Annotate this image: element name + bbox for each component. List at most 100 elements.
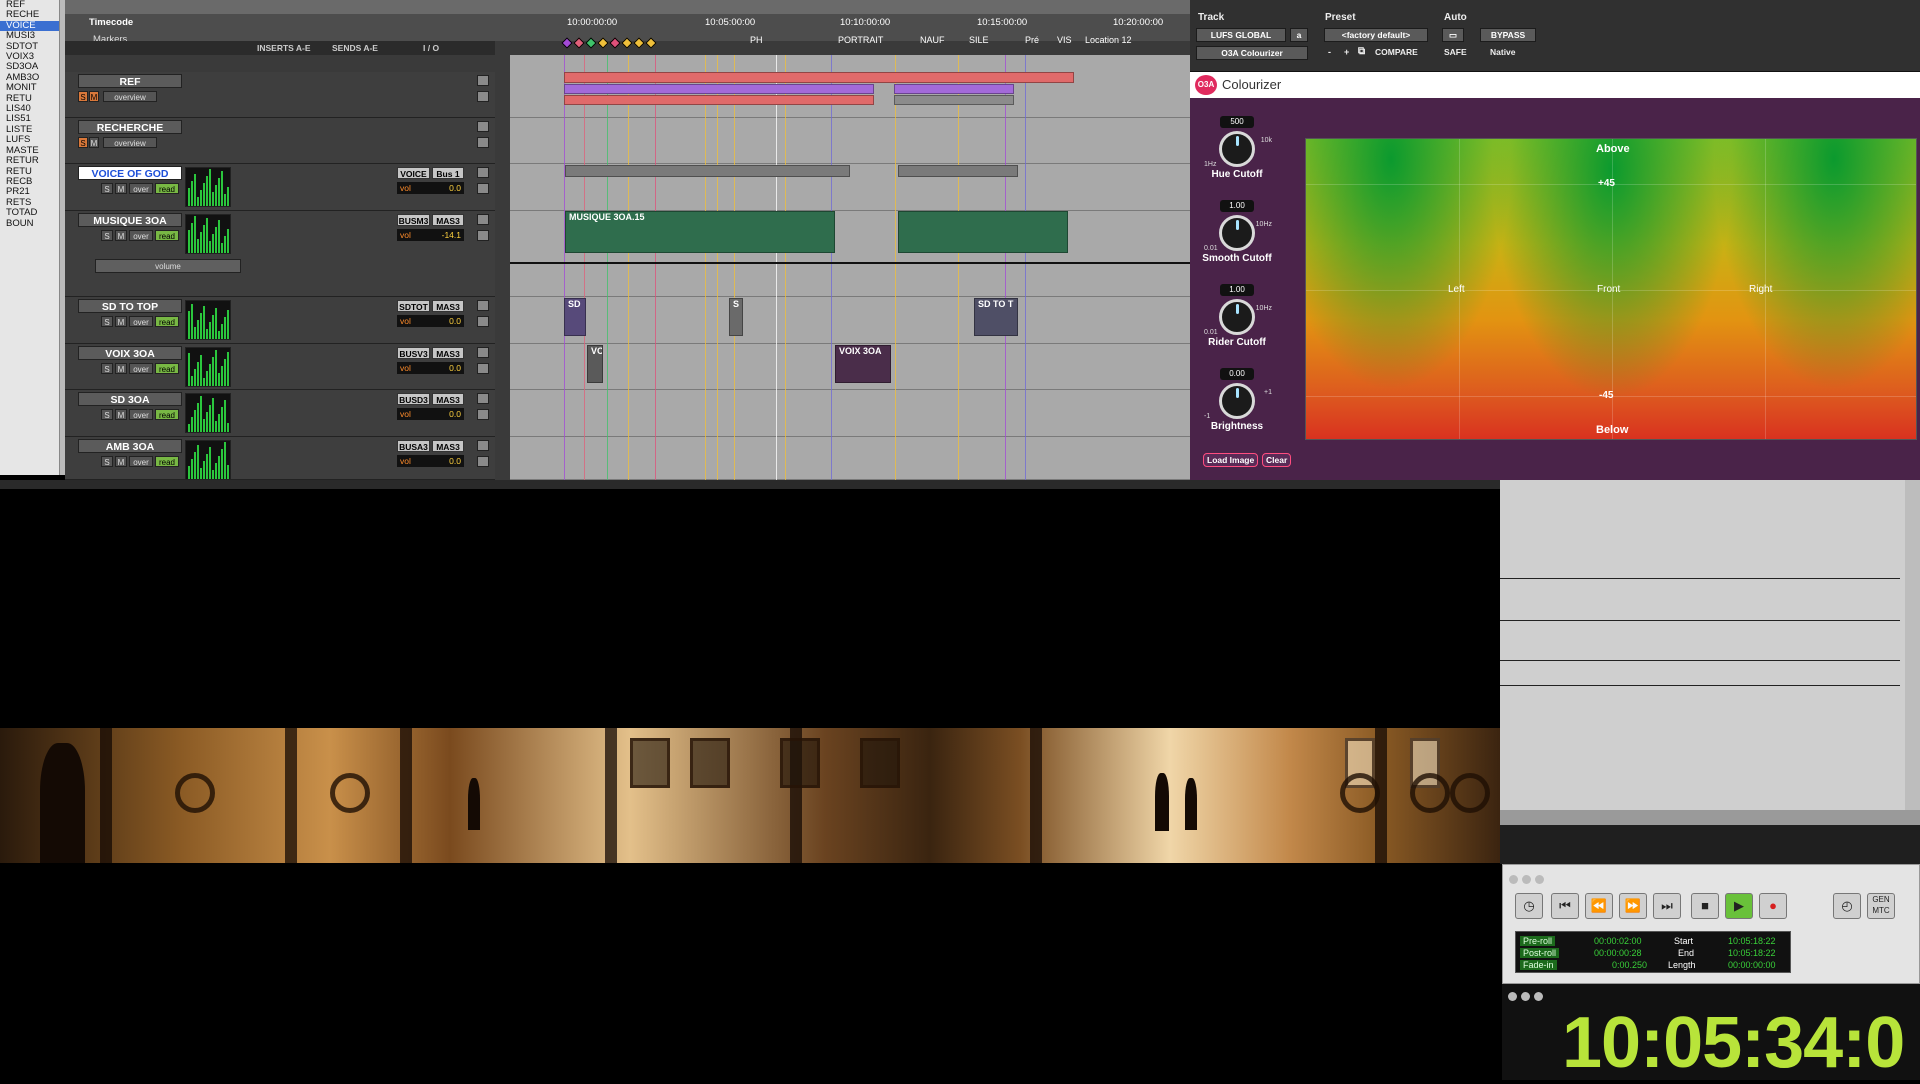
track-suffix[interactable]: a bbox=[1290, 28, 1308, 42]
input-selector[interactable]: BUSM3 bbox=[397, 214, 430, 226]
return-to-zero-icon[interactable]: ⏮ bbox=[1551, 893, 1579, 919]
mute-button[interactable]: M bbox=[115, 183, 127, 194]
online-icon[interactable]: ◷ bbox=[1515, 893, 1543, 919]
volume-readout[interactable]: vol 0.0 bbox=[397, 408, 464, 420]
output-selector[interactable]: MAS3 bbox=[432, 347, 464, 359]
mute-button[interactable]: M bbox=[89, 137, 99, 148]
track-list-icon[interactable] bbox=[477, 456, 489, 467]
track-header[interactable]: VOIX 3OA S Mover read BUSV3 MAS3 vol 0.0 bbox=[65, 344, 495, 390]
audio-clip[interactable] bbox=[564, 84, 874, 94]
view-mode[interactable]: over bbox=[129, 183, 153, 194]
output-selector[interactable]: Bus 1 bbox=[432, 167, 464, 179]
clear-button[interactable]: Clear bbox=[1262, 453, 1292, 467]
postroll-label[interactable]: Post-roll bbox=[1520, 948, 1560, 958]
input-selector[interactable]: BUSA3 bbox=[397, 440, 430, 452]
metronome-icon[interactable]: ◴ bbox=[1833, 893, 1861, 919]
marker-label[interactable]: SILE bbox=[969, 35, 989, 45]
automation-mode[interactable]: read bbox=[155, 409, 179, 420]
knob-brightness[interactable]: 0.00 -1 +1 Brightness bbox=[1202, 368, 1272, 432]
track-name[interactable]: VOICE OF GOD bbox=[78, 166, 182, 180]
track-list-item[interactable]: RETUR bbox=[0, 155, 59, 166]
mute-button[interactable]: M bbox=[115, 456, 127, 467]
solo-button[interactable]: S bbox=[101, 409, 113, 420]
mute-button[interactable]: M bbox=[89, 91, 99, 102]
track-name[interactable]: REF bbox=[78, 74, 182, 88]
track-name[interactable]: RECHERCHE bbox=[78, 120, 182, 134]
volume-automation-line[interactable] bbox=[510, 262, 1190, 264]
volume-readout[interactable]: vol 0.0 bbox=[397, 315, 464, 327]
audio-clip[interactable]: S bbox=[729, 298, 743, 336]
view-mode[interactable]: over bbox=[129, 456, 153, 467]
view-mode[interactable]: over bbox=[129, 230, 153, 241]
track-options-icon[interactable] bbox=[477, 214, 489, 225]
start-value[interactable]: 10:05:18:22 bbox=[1728, 936, 1776, 946]
volume-readout[interactable]: vol 0.0 bbox=[397, 455, 464, 467]
track-options-icon[interactable] bbox=[477, 121, 489, 132]
mute-button[interactable]: M bbox=[115, 316, 127, 327]
knob-dial-icon[interactable] bbox=[1219, 215, 1255, 251]
track-list-icon[interactable] bbox=[477, 183, 489, 194]
input-selector[interactable]: BUSV3 bbox=[397, 347, 430, 359]
marker-label[interactable]: PH bbox=[750, 35, 763, 45]
go-to-end-icon[interactable]: ⏭ bbox=[1653, 893, 1681, 919]
track-list-icon[interactable] bbox=[477, 137, 489, 148]
track-lane[interactable] bbox=[510, 390, 1190, 437]
track-header[interactable]: SD TO TOP S Mover read SDTOT MAS3 vol 0.0 bbox=[65, 297, 495, 344]
track-name[interactable]: SD 3OA bbox=[78, 392, 182, 406]
automation-mode[interactable]: read bbox=[155, 183, 179, 194]
solo-button[interactable]: S bbox=[101, 316, 113, 327]
knob-rider-cutoff[interactable]: 1.00 0.01 10Hz Rider Cutoff bbox=[1202, 284, 1272, 348]
audio-clip[interactable]: SD bbox=[564, 298, 586, 336]
pane-scrollbar[interactable] bbox=[1905, 480, 1920, 810]
track-list-icon[interactable] bbox=[477, 316, 489, 327]
audio-clip[interactable] bbox=[894, 95, 1014, 105]
view-mode[interactable]: over bbox=[129, 316, 153, 327]
prev-setting-button[interactable]: - bbox=[1328, 47, 1331, 57]
colour-field[interactable]: Above +45 Left Front Right -45 Below bbox=[1305, 138, 1917, 440]
copy-icon[interactable]: ⧉ bbox=[1358, 46, 1365, 57]
mute-button[interactable]: M bbox=[115, 409, 127, 420]
input-selector[interactable]: VOICE bbox=[397, 167, 430, 179]
automation-mode[interactable]: read bbox=[155, 456, 179, 467]
audio-clip[interactable] bbox=[898, 211, 1068, 253]
preroll-label[interactable]: Pre-roll bbox=[1520, 936, 1556, 946]
track-list-icon[interactable] bbox=[477, 363, 489, 374]
audio-clip[interactable] bbox=[898, 165, 1018, 177]
track-name[interactable]: SD TO TOP bbox=[78, 299, 182, 313]
track-name[interactable]: AMB 3OA bbox=[78, 439, 182, 453]
preroll-value[interactable]: 00:00:02:00 bbox=[1594, 936, 1642, 946]
knob-hue-cutoff[interactable]: 500 1Hz 10k Hue Cutoff bbox=[1202, 116, 1272, 180]
marker-label[interactable]: NAUF bbox=[920, 35, 945, 45]
fadein-value[interactable]: 0:00.250 bbox=[1612, 960, 1647, 970]
record-icon[interactable]: ● bbox=[1759, 893, 1787, 919]
window-buttons[interactable] bbox=[1509, 871, 1548, 889]
solo-button[interactable]: S bbox=[101, 183, 113, 194]
length-value[interactable]: 00:00:00:00 bbox=[1728, 960, 1776, 970]
track-header[interactable]: SD 3OA S Mover read BUSD3 MAS3 vol 0.0 bbox=[65, 390, 495, 437]
automation-mode[interactable]: read bbox=[155, 316, 179, 327]
knob-value[interactable]: 1.00 bbox=[1220, 284, 1254, 296]
next-setting-button[interactable]: + bbox=[1344, 47, 1349, 57]
knob-dial-icon[interactable] bbox=[1219, 383, 1255, 419]
input-selector[interactable]: SDTOT bbox=[397, 300, 430, 312]
volume-readout[interactable]: vol -14.1 bbox=[397, 229, 464, 241]
view-mode[interactable]: over bbox=[129, 409, 153, 420]
automation-lane-selector[interactable]: volume bbox=[95, 259, 241, 273]
track-header[interactable]: VOICE OF GOD S Mover read VOICE Bus 1 vol 0.0 bbox=[65, 164, 495, 211]
fast-forward-icon[interactable]: ⏩ bbox=[1619, 893, 1647, 919]
view-mode[interactable]: overview bbox=[103, 91, 157, 102]
track-header[interactable]: MUSIQUE 3OA S Mover read BUSM3 MAS3 vol -14.1 vo… bbox=[65, 211, 495, 297]
preset-menu-icon[interactable]: ▭ bbox=[1442, 28, 1464, 42]
track-header[interactable]: REF S Moverview bbox=[65, 72, 495, 118]
audio-clip[interactable] bbox=[564, 95, 874, 105]
bypass-button[interactable]: BYPASS bbox=[1480, 28, 1536, 42]
knob-value[interactable]: 500 bbox=[1220, 116, 1254, 128]
output-selector[interactable]: MAS3 bbox=[432, 440, 464, 452]
knob-dial-icon[interactable] bbox=[1219, 299, 1255, 335]
knob-dial-icon[interactable] bbox=[1219, 131, 1255, 167]
view-mode[interactable]: overview bbox=[103, 137, 157, 148]
end-value[interactable]: 10:05:18:22 bbox=[1728, 948, 1776, 958]
audio-clip[interactable] bbox=[894, 84, 1014, 94]
output-selector[interactable]: MAS3 bbox=[432, 300, 464, 312]
load-image-button[interactable]: Load Image bbox=[1203, 453, 1259, 467]
